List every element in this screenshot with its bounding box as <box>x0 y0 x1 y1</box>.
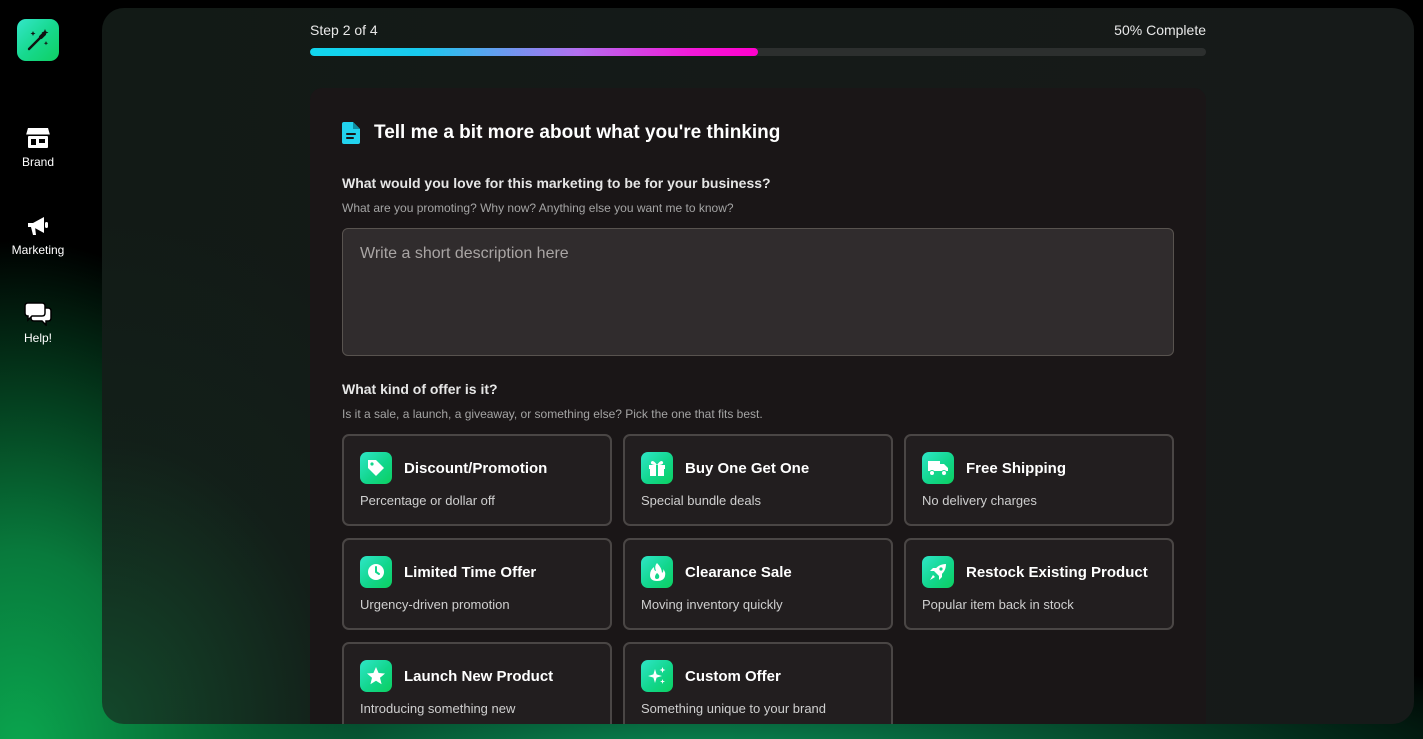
offer-title: Clearance Sale <box>685 564 792 581</box>
offer-title: Restock Existing Product <box>966 564 1148 581</box>
offer-subtitle: No delivery charges <box>922 493 1037 508</box>
offer-option-free-shipping[interactable]: Free Shipping No delivery charges <box>904 434 1174 526</box>
offer-title: Discount/Promotion <box>404 460 548 477</box>
offer-option-restock[interactable]: Restock Existing Product Popular item ba… <box>904 538 1174 630</box>
description-textarea[interactable] <box>342 228 1174 356</box>
offer-option-clearance[interactable]: Clearance Sale Moving inventory quickly <box>623 538 893 630</box>
offer-option-custom[interactable]: Custom Offer Something unique to your br… <box>623 642 893 724</box>
offer-subtitle: Introducing something new <box>360 701 516 716</box>
offer-title: Free Shipping <box>966 460 1067 477</box>
progress-percent: 50% Complete <box>1114 22 1206 38</box>
offer-option-discount[interactable]: Discount/Promotion Percentage or dollar … <box>342 434 612 526</box>
offer-option-launch-new[interactable]: Launch New Product Introducing something… <box>342 642 612 724</box>
main-panel: Step 2 of 4 50% Complete Tell me a bit m… <box>102 8 1414 724</box>
offer-title: Limited Time Offer <box>404 564 537 581</box>
truck-icon <box>922 452 954 484</box>
chat-bubbles-icon <box>24 302 52 326</box>
offer-help-text: Is it a sale, a launch, a giveaway, or s… <box>342 407 763 421</box>
form-card: Tell me a bit more about what you're thi… <box>310 88 1206 724</box>
offer-option-bogo[interactable]: Buy One Get One Special bundle deals <box>623 434 893 526</box>
sparkles-icon <box>641 660 673 692</box>
offer-subtitle: Something unique to your brand <box>641 701 827 716</box>
form-header: Tell me a bit more about what you're thi… <box>342 122 780 144</box>
sidebar-item-help[interactable]: Help! <box>0 302 76 345</box>
sidebar-item-brand[interactable]: Brand <box>0 126 76 169</box>
step-indicator: Step 2 of 4 <box>310 22 378 38</box>
form-title: Tell me a bit more about what you're thi… <box>374 122 781 143</box>
store-icon <box>26 128 50 148</box>
offer-subtitle: Popular item back in stock <box>922 597 1074 612</box>
offer-title: Buy One Get One <box>685 460 810 477</box>
offer-title: Launch New Product <box>404 668 554 685</box>
progress-bar <box>310 48 1206 56</box>
sidebar: Brand Marketing Help! <box>0 0 76 739</box>
offer-title: Custom Offer <box>685 668 781 685</box>
rocket-icon <box>922 556 954 588</box>
gift-icon <box>641 452 673 484</box>
offer-option-limited-time[interactable]: Limited Time Offer Urgency-driven promot… <box>342 538 612 630</box>
sidebar-item-label: Brand <box>21 155 55 169</box>
clock-icon <box>360 556 392 588</box>
progress-header: Step 2 of 4 50% Complete <box>310 22 1206 38</box>
offer-subtitle: Moving inventory quickly <box>641 597 783 612</box>
offer-subtitle: Special bundle deals <box>641 493 761 508</box>
sidebar-item-marketing[interactable]: Marketing <box>0 214 76 257</box>
sidebar-item-label: Help! <box>23 331 52 345</box>
magic-wand-icon <box>27 29 49 51</box>
progress-bar-fill <box>310 48 758 56</box>
offer-subtitle: Urgency-driven promotion <box>360 597 510 612</box>
app-logo[interactable] <box>17 19 59 61</box>
document-icon <box>342 122 360 144</box>
megaphone-icon <box>28 217 48 235</box>
fire-icon <box>641 556 673 588</box>
offer-subtitle: Percentage or dollar off <box>360 493 495 508</box>
tag-icon <box>360 452 392 484</box>
sidebar-item-label: Marketing <box>11 243 65 257</box>
description-help-text: What are you promoting? Why now? Anythin… <box>342 201 734 215</box>
description-question: What would you love for this marketing t… <box>342 175 771 191</box>
star-icon <box>360 660 392 692</box>
offer-question: What kind of offer is it? <box>342 381 498 397</box>
